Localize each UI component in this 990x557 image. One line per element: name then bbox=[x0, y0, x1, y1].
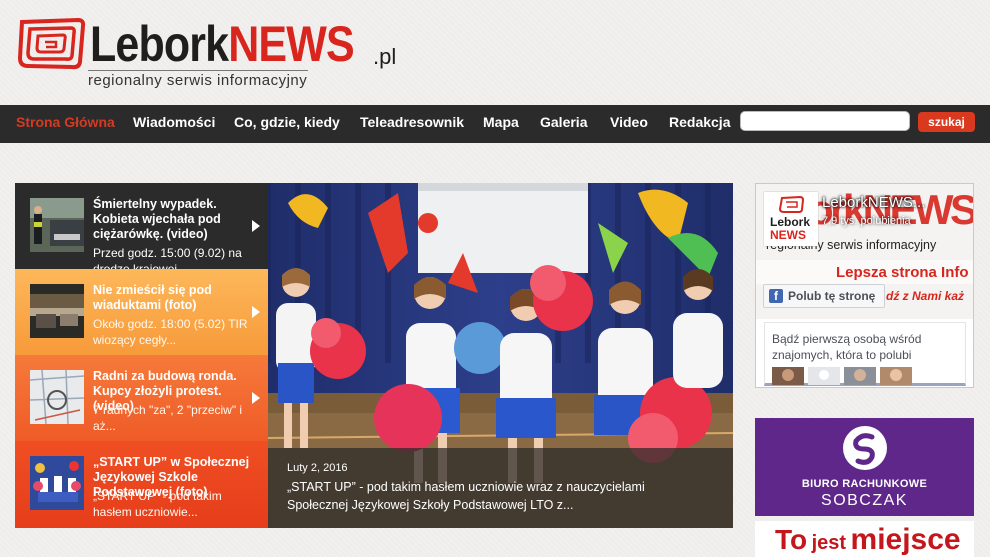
arrow-right-icon bbox=[252, 392, 260, 404]
nav-item-video[interactable]: Video bbox=[610, 105, 648, 143]
slider-item-title: Nie zmieścił się pod wiaduktami (foto) bbox=[93, 283, 212, 312]
search-input[interactable] bbox=[740, 111, 910, 131]
news-slider: Śmiertelny wypadek. Kobieta wjechała pod… bbox=[15, 183, 733, 528]
slider-item[interactable]: Nie zmieścił się pod wiaduktami (foto) O… bbox=[15, 269, 268, 355]
facebook-cover: orkNEWS regionalny serwis informacyjny L… bbox=[756, 184, 973, 319]
facebook-cover-slogan2: dź z Nami każ bbox=[886, 289, 965, 303]
featured-caption: Luty 2, 2016 „START UP” - pod takim hasł… bbox=[268, 448, 733, 528]
logo-spiral-icon bbox=[17, 17, 86, 70]
nav-item-co-gdzie-kiedy[interactable]: Co, gdzie, kiedy bbox=[234, 105, 340, 143]
avatar bbox=[772, 367, 804, 385]
slider-item-desc: „START UP” - pod takim hasłem uczniowie.… bbox=[93, 489, 222, 519]
facebook-icon: f bbox=[769, 289, 783, 303]
nav-item-strona-glowna[interactable]: Strona Główna bbox=[16, 105, 115, 143]
arrow-right-icon bbox=[252, 220, 260, 232]
svg-text:NEWS: NEWS bbox=[770, 228, 806, 242]
facebook-likes-count: 7,9 tys. polubienia bbox=[822, 215, 911, 227]
facebook-cover-slogan: Lepsza strona Info bbox=[836, 264, 969, 281]
facebook-like-button[interactable]: f Polub tę stronę bbox=[763, 284, 885, 308]
ad-line1: BIURO RACHUNKOWE bbox=[801, 478, 928, 490]
news-thumbnail bbox=[30, 198, 84, 252]
facebook-friends-box: Bądź pierwszą osobą wśród znajomych, któ… bbox=[764, 322, 966, 386]
news-thumbnail bbox=[30, 456, 84, 510]
featured-text[interactable]: „START UP” - pod takim hasłem uczniowie … bbox=[287, 478, 707, 514]
slider-item[interactable]: Śmiertelny wypadek. Kobieta wjechała pod… bbox=[15, 183, 268, 269]
ad-logo-icon bbox=[843, 426, 887, 470]
slider-item-title: Śmiertelny wypadek. Kobieta wjechała pod… bbox=[93, 197, 221, 241]
avatar bbox=[844, 367, 876, 385]
facebook-page-avatar[interactable]: Lebork NEWS bbox=[764, 192, 818, 246]
nav-item-mapa[interactable]: Mapa bbox=[483, 105, 519, 143]
nav-item-wiadomosci[interactable]: Wiadomości bbox=[133, 105, 215, 143]
nav-item-teleadresownik[interactable]: Teleadresownik bbox=[360, 105, 464, 143]
search-button[interactable]: szukaj bbox=[918, 112, 975, 132]
slider-item[interactable]: „START UP” w Społecznej Językowej Szkole… bbox=[15, 441, 268, 528]
logo-tld: .pl bbox=[373, 44, 397, 69]
svg-text:Lebork: Lebork bbox=[770, 215, 810, 229]
site-header: LeborkNEWS .pl regionalny serwis informa… bbox=[0, 0, 990, 105]
avatar bbox=[808, 367, 840, 385]
featured-date: Luty 2, 2016 bbox=[287, 462, 348, 474]
slider-item-desc: 7 radnych "za", 2 "przeciw" i aż... bbox=[93, 403, 243, 433]
slider-item-desc: Przed godz. 15:00 (9.02) na drodze krajo… bbox=[93, 246, 242, 269]
ad-to-jest-miejsce[interactable]: To jest miejsce bbox=[755, 521, 974, 557]
news-thumbnail bbox=[30, 284, 84, 338]
logo-tagline: regionalny serwis informacyjny bbox=[88, 70, 308, 89]
site-logo[interactable]: LeborkNEWS .pl regionalny serwis informa… bbox=[16, 14, 416, 89]
ad-biuro-rachunkowe[interactable]: BIURO RACHUNKOWE SOBCZAK bbox=[755, 418, 974, 516]
facebook-friends-text: Bądź pierwszą osobą wśród znajomych, któ… bbox=[772, 332, 922, 362]
logo-wordmark: LeborkNEWS bbox=[90, 16, 355, 72]
avatar bbox=[880, 367, 912, 385]
nav-item-galeria[interactable]: Galeria bbox=[540, 105, 587, 143]
facebook-page-widget: orkNEWS regionalny serwis informacyjny L… bbox=[755, 183, 974, 388]
news-thumbnail bbox=[30, 370, 84, 424]
slider-item-desc: Około godz. 18:00 (5.02) TIR wiozący ceg… bbox=[93, 317, 248, 347]
ad-line2: SOBCZAK bbox=[821, 492, 908, 509]
nav-item-redakcja[interactable]: Redakcja bbox=[669, 105, 730, 143]
featured-photo[interactable]: Luty 2, 2016 „START UP” - pod takim hasł… bbox=[268, 183, 733, 528]
facebook-page-name[interactable]: LeborkNEWS... bbox=[822, 194, 925, 211]
ad2-text: To jest miejsce bbox=[775, 523, 961, 556]
arrow-right-icon bbox=[252, 306, 260, 318]
slider-item[interactable]: Radni za budową ronda. Kupcy złożyli pro… bbox=[15, 355, 268, 441]
